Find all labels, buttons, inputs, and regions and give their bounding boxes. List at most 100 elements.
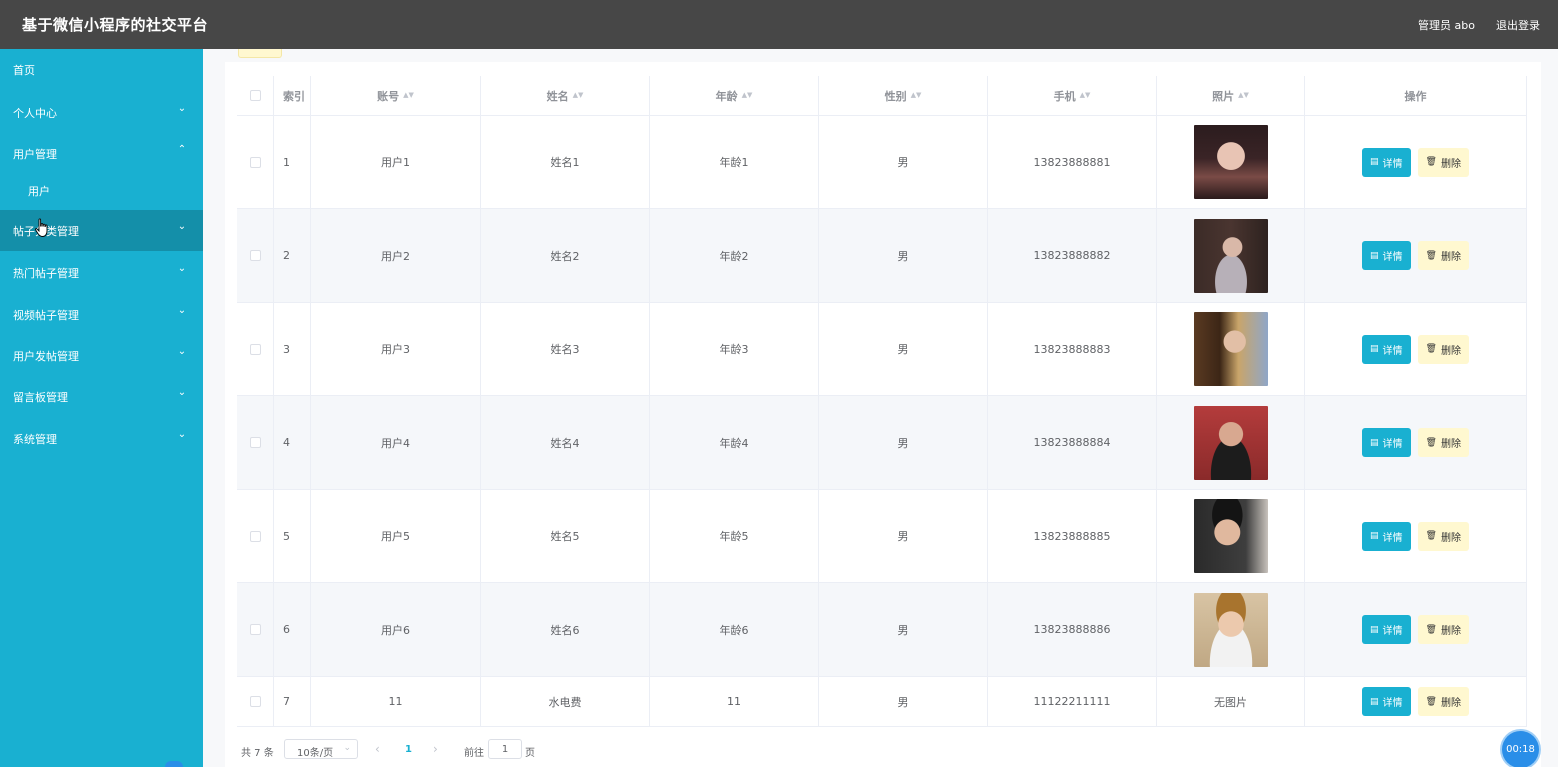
header-select-all[interactable] xyxy=(237,76,274,115)
row-select-cell[interactable] xyxy=(237,209,274,302)
column-header-account[interactable]: 账号 ▲▼ xyxy=(311,76,481,115)
age-cell: 年龄6 xyxy=(650,583,819,676)
photo-cell xyxy=(1157,396,1305,489)
account-cell: 用户6 xyxy=(311,583,481,676)
account-cell: 用户5 xyxy=(311,490,481,582)
sidebar-item-system-management[interactable]: 系统管理 ⌄ xyxy=(0,418,203,459)
delete-button[interactable]: 🗑 删除 xyxy=(1417,428,1469,457)
goto-page-input[interactable]: 1 xyxy=(488,739,522,759)
sidebar-item-message-board[interactable]: 留言板管理 ⌄ xyxy=(0,376,203,417)
detail-button[interactable]: ▤ 详情 xyxy=(1362,521,1411,551)
delete-button[interactable]: 🗑 删除 xyxy=(1417,147,1469,177)
detail-button-label: 详情 xyxy=(1382,532,1403,544)
row-select-cell[interactable] xyxy=(237,116,274,208)
sidebar-item-user-management[interactable]: 用户管理 ⌃ xyxy=(0,133,203,174)
toolbar-button-stub[interactable] xyxy=(238,49,282,58)
column-header-photo[interactable]: 照片 ▲▼ xyxy=(1157,76,1305,115)
sidebar-item-hot-posts[interactable]: 热门帖子管理 ⌄ xyxy=(0,252,203,293)
row-checkbox[interactable] xyxy=(249,343,261,355)
chevron-down-icon: ⌄ xyxy=(177,263,187,274)
sidebar-item-label: 系统管理 xyxy=(13,433,57,446)
sort-icon[interactable]: ▲▼ xyxy=(911,92,922,99)
row-select-cell[interactable] xyxy=(237,677,274,726)
chevron-down-icon: ⌄ xyxy=(177,387,187,398)
delete-button[interactable]: 🗑 删除 xyxy=(1417,615,1469,644)
sidebar-item-home[interactable]: 首页 xyxy=(0,49,203,90)
column-header-gender[interactable]: 性别 ▲▼ xyxy=(819,76,988,115)
recording-timer-badge[interactable]: 00:18 xyxy=(1502,731,1539,767)
page-number-current[interactable]: 1 xyxy=(405,744,412,755)
detail-button[interactable]: ▤ 详情 xyxy=(1362,241,1411,270)
row-checkbox[interactable] xyxy=(249,696,261,707)
phone-cell: 11122211111 xyxy=(988,677,1157,726)
detail-button[interactable]: ▤ 详情 xyxy=(1362,615,1411,644)
row-checkbox[interactable] xyxy=(249,624,261,635)
row-checkbox[interactable] xyxy=(249,156,261,168)
actions-cell: ▤ 详情 🗑 删除 xyxy=(1305,303,1527,395)
page-size-select[interactable]: 10条/页 ⌄ xyxy=(284,739,358,759)
next-page-icon[interactable]: › xyxy=(433,742,438,756)
column-header-name[interactable]: 姓名 ▲▼ xyxy=(481,76,650,115)
sort-icon[interactable]: ▲▼ xyxy=(1238,92,1249,99)
delete-button[interactable]: 🗑 删除 xyxy=(1417,521,1469,551)
select-all-checkbox[interactable] xyxy=(249,90,261,101)
detail-button-label: 详情 xyxy=(1382,626,1403,637)
phone-cell: 13823888886 xyxy=(988,583,1157,676)
sidebar-item-post-category-management[interactable]: 帖子分类管理 ⌄ xyxy=(0,210,203,251)
column-header-label: 照片 xyxy=(1212,89,1235,103)
sort-icon[interactable]: ▲▼ xyxy=(573,92,584,99)
logout-link[interactable]: 退出登录 xyxy=(1496,17,1540,33)
detail-button[interactable]: ▤ 详情 xyxy=(1362,334,1411,364)
chevron-down-icon: ⌄ xyxy=(177,103,187,114)
delete-button-label: 删除 xyxy=(1440,345,1461,357)
column-header-age[interactable]: 年龄 ▲▼ xyxy=(650,76,819,115)
row-checkbox[interactable] xyxy=(249,437,261,448)
chevron-down-icon: ⌄ xyxy=(177,346,187,357)
actions-cell: ▤ 详情 🗑 删除 xyxy=(1305,116,1527,208)
detail-button-label: 详情 xyxy=(1382,698,1403,709)
sidebar: 首页 个人中心 ⌄ 用户管理 ⌃ 用户 帖子分类管理 ⌄ 热门帖子管理 ⌄ 视频… xyxy=(0,49,203,767)
column-header-label: 操作 xyxy=(1404,89,1427,103)
gender-cell: 男 xyxy=(819,583,988,676)
sort-icon[interactable]: ▲▼ xyxy=(1080,92,1091,99)
column-header-index: 索引 xyxy=(274,76,311,115)
delete-button-label: 删除 xyxy=(1440,439,1461,450)
photo-cell xyxy=(1157,490,1305,582)
delete-button[interactable]: 🗑 删除 xyxy=(1417,334,1469,364)
actions-cell: ▤ 详情 🗑 删除 xyxy=(1305,677,1527,726)
chevron-down-icon: ⌄ xyxy=(177,305,187,316)
sidebar-item-personal-center[interactable]: 个人中心 ⌄ xyxy=(0,92,203,133)
detail-button-label: 详情 xyxy=(1382,345,1403,357)
delete-button[interactable]: 🗑 删除 xyxy=(1417,687,1469,716)
phone-cell: 13823888884 xyxy=(988,396,1157,489)
sidebar-item-user-posts[interactable]: 用户发帖管理 ⌄ xyxy=(0,335,203,376)
name-cell: 姓名4 xyxy=(481,396,650,489)
delete-button[interactable]: 🗑 删除 xyxy=(1417,241,1469,270)
sidebar-item-users[interactable]: 用户 xyxy=(0,170,203,211)
sort-icon[interactable]: ▲▼ xyxy=(742,92,753,99)
user-table: 索引 账号 ▲▼ 姓名 ▲▼ 年龄 ▲▼ 性别 ▲▼ 手机 ▲▼ 照片 ▲▼ 操作 1 用户… xyxy=(237,76,1527,727)
prev-page-icon[interactable]: ‹ xyxy=(375,742,380,756)
goto-label: 前往 xyxy=(464,748,484,759)
trash-icon: 🗑 xyxy=(1425,344,1437,354)
column-header-phone[interactable]: 手机 ▲▼ xyxy=(988,76,1157,115)
row-checkbox[interactable] xyxy=(249,530,261,542)
detail-button-label: 详情 xyxy=(1382,439,1403,450)
document-icon: ▤ xyxy=(1370,624,1379,635)
row-select-cell[interactable] xyxy=(237,396,274,489)
row-select-cell[interactable] xyxy=(237,583,274,676)
row-select-cell[interactable] xyxy=(237,303,274,395)
page-suffix-label: 页 xyxy=(525,748,535,759)
detail-button[interactable]: ▤ 详情 xyxy=(1362,147,1411,177)
hand-cursor-icon xyxy=(35,218,48,237)
index-cell: 4 xyxy=(274,396,311,489)
phone-cell: 13823888881 xyxy=(988,116,1157,208)
row-checkbox[interactable] xyxy=(249,250,261,261)
sort-icon[interactable]: ▲▼ xyxy=(403,92,414,99)
sidebar-item-label: 用户 xyxy=(28,185,50,198)
sidebar-item-video-posts[interactable]: 视频帖子管理 ⌄ xyxy=(0,294,203,335)
detail-button[interactable]: ▤ 详情 xyxy=(1362,428,1411,457)
detail-button[interactable]: ▤ 详情 xyxy=(1362,687,1411,716)
index-cell: 3 xyxy=(274,303,311,395)
row-select-cell[interactable] xyxy=(237,490,274,582)
